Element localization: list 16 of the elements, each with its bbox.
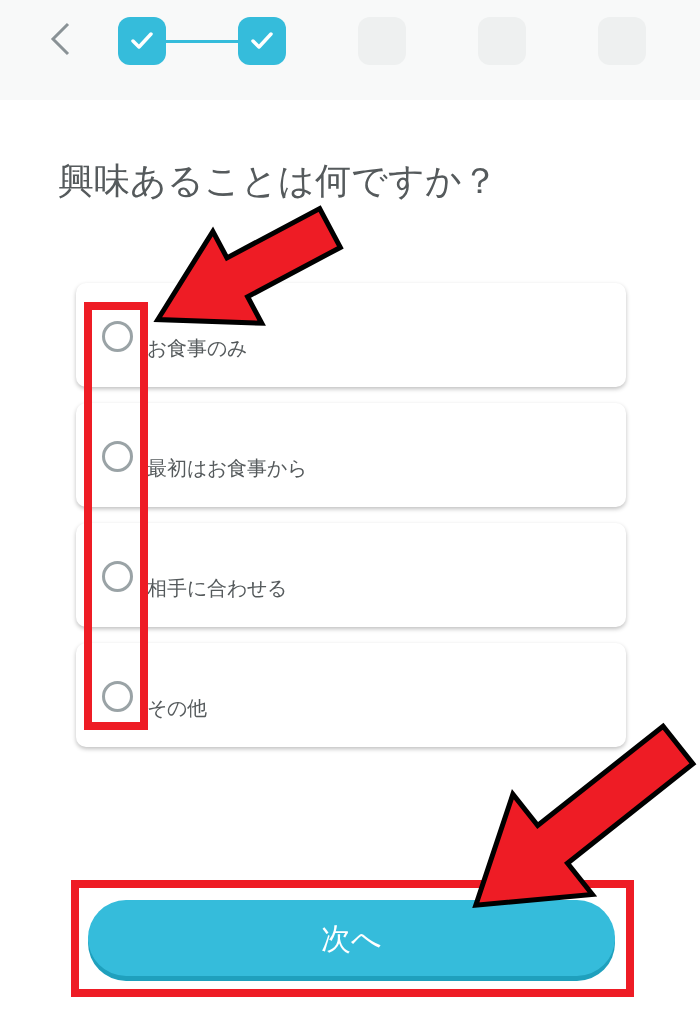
radio-button[interactable] [102,681,133,712]
option-label: 相手に合わせる [147,575,287,602]
option-label: その他 [147,695,207,722]
option-label: 最初はお食事から [147,455,307,482]
back-icon[interactable] [48,21,72,57]
check-icon [251,32,273,50]
check-icon [131,32,153,50]
option-card[interactable]: 最初はお食事から [76,403,626,507]
option-label: お食事のみ [147,335,247,362]
question-title: 興味あることは何ですか？ [58,159,499,203]
option-card[interactable]: 相手に合わせる [76,523,626,627]
option-card[interactable]: その他 [76,643,626,747]
radio-button[interactable] [102,441,133,472]
radio-button[interactable] [102,321,133,352]
option-card[interactable]: お食事のみ [76,283,626,387]
radio-button[interactable] [102,561,133,592]
